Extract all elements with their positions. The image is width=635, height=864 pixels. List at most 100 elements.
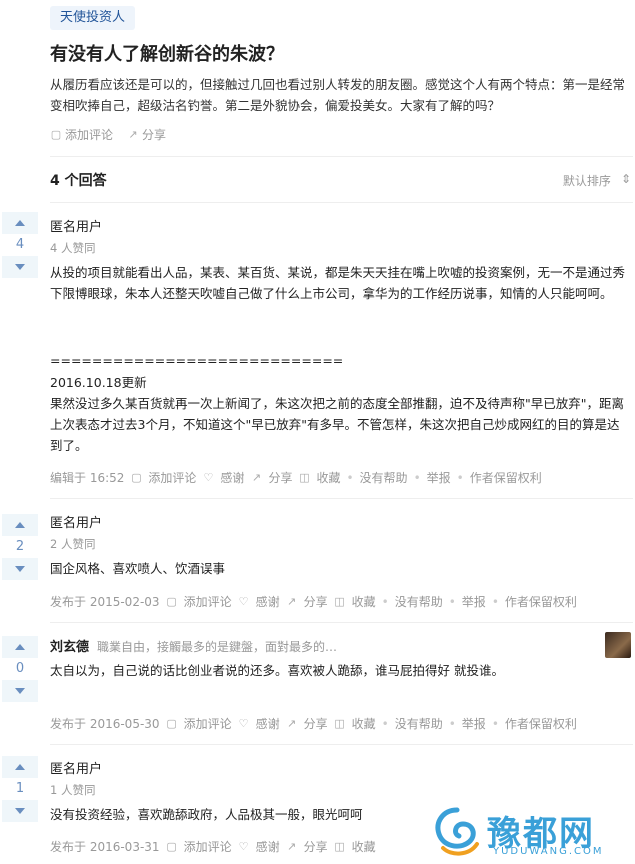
vote-count: 0 xyxy=(15,661,25,676)
separator-dot: • xyxy=(381,594,389,609)
upvote-button[interactable] xyxy=(2,636,38,658)
downvote-icon xyxy=(15,566,25,572)
separator-dot: • xyxy=(381,716,389,731)
vote-widget: 2 xyxy=(2,514,38,580)
answer-date[interactable]: 发布于 2015-02-03 xyxy=(50,593,160,610)
unhelpful-button[interactable]: 没有帮助 xyxy=(395,593,443,610)
swirl-logo-icon xyxy=(435,807,479,856)
share-icon: ↗ xyxy=(286,594,297,608)
answer-date[interactable]: 编辑于 16:52 xyxy=(50,469,124,486)
share-button[interactable]: 分享 xyxy=(304,593,328,610)
answer-body: 从投的项目就能看出人品，某表、某百货、某说，都是朱天天挂在嘴上吹嘘的投资案例，无… xyxy=(50,265,626,301)
downvote-button[interactable] xyxy=(2,256,38,278)
separator-dot: • xyxy=(413,470,421,485)
thanks-button[interactable]: 感谢 xyxy=(256,838,280,855)
author-name[interactable]: 刘玄德 xyxy=(50,640,89,655)
add-comment-button[interactable]: 添加评论 xyxy=(184,715,232,732)
share-button[interactable]: 分享 xyxy=(304,838,328,855)
vote-count: 1 xyxy=(15,781,25,796)
downvote-button[interactable] xyxy=(2,800,38,822)
bookmark-icon: ◫ xyxy=(299,470,310,484)
answer-meta: 发布于 2016-05-30 ▢ 添加评论 ♡ 感谢 ↗ 分享 ◫ 收藏 • 没有帮助 •… xyxy=(50,715,577,732)
share-button[interactable]: 分享 xyxy=(268,469,292,486)
answer-meta: 发布于 2015-02-03 ▢ 添加评论 ♡ 感谢 ↗ 分享 ◫ 收藏 • 没有帮助 •… xyxy=(50,593,577,610)
author-name[interactable]: 匿名用户 xyxy=(50,758,102,777)
sort-dropdown[interactable]: 默认排序 ⇕ xyxy=(563,172,631,189)
heart-icon: ♡ xyxy=(238,839,249,853)
share-label: 分享 xyxy=(142,128,167,142)
comment-icon: ▢ xyxy=(50,127,62,141)
avatar[interactable] xyxy=(605,632,631,658)
vote-widget: 1 xyxy=(2,756,38,822)
author-line: 刘玄德 職業自由，接觸最多的是鍵盤，面對最多的… xyxy=(50,636,337,655)
share-button[interactable]: ↗ 分享 xyxy=(127,126,166,143)
unhelpful-button[interactable]: 没有帮助 xyxy=(360,469,408,486)
report-button[interactable]: 举报 xyxy=(462,593,486,610)
downvote-icon xyxy=(15,264,25,270)
heart-icon: ♡ xyxy=(203,470,214,484)
vote-widget: 0 xyxy=(2,636,38,702)
answer-date[interactable]: 发布于 2016-03-31 xyxy=(50,838,160,855)
sort-arrows-icon: ⇕ xyxy=(620,172,631,186)
author-bio: 職業自由，接觸最多的是鍵盤，面對最多的… xyxy=(97,640,338,654)
add-comment-button[interactable]: 添加评论 xyxy=(184,593,232,610)
thanks-button[interactable]: 感谢 xyxy=(220,469,244,486)
sort-label: 默认排序 xyxy=(562,174,611,188)
share-icon: ↗ xyxy=(286,839,297,853)
share-icon: ↗ xyxy=(286,716,297,730)
downvote-icon xyxy=(15,688,25,694)
answer-meta: 发布于 2016-03-31 ▢ 添加评论 ♡ 感谢 ↗ 分享 ◫ 收藏 xyxy=(50,838,376,855)
answer-body: 太自以为，自己说的话比创业者说的还多。喜欢被人跪舔，谁马屁拍得好 就投谁。 xyxy=(50,663,504,678)
heart-icon: ♡ xyxy=(238,716,249,730)
author-name[interactable]: 匿名用户 xyxy=(50,512,102,531)
bookmark-icon: ◫ xyxy=(334,716,345,730)
collect-button[interactable]: 收藏 xyxy=(352,715,376,732)
collect-button[interactable]: 收藏 xyxy=(316,469,340,486)
question-actions: ▢ 添加评论 ↗ 分享 xyxy=(50,126,166,143)
divider xyxy=(50,156,633,157)
vote-widget: 4 xyxy=(2,212,38,278)
downvote-button[interactable] xyxy=(2,680,38,702)
downvote-icon xyxy=(15,808,25,814)
add-comment-label: 添加评论 xyxy=(65,128,114,142)
answer-date[interactable]: 发布于 2016-05-30 xyxy=(50,715,160,732)
divider xyxy=(50,202,633,203)
upvote-icon xyxy=(15,764,25,770)
vote-count: 4 xyxy=(15,237,25,252)
answer-count: 4 个回答 xyxy=(50,173,107,189)
upvote-icon xyxy=(15,522,25,528)
comment-icon: ▢ xyxy=(166,716,177,730)
votes-text[interactable]: 4 人赞同 xyxy=(50,240,95,256)
thanks-button[interactable]: 感谢 xyxy=(256,593,280,610)
separator-dot: • xyxy=(456,470,464,485)
upvote-button[interactable] xyxy=(2,514,38,536)
share-button[interactable]: 分享 xyxy=(304,715,328,732)
vote-count: 2 xyxy=(15,539,25,554)
votes-text[interactable]: 1 人赞同 xyxy=(50,782,95,798)
divider xyxy=(50,622,633,623)
downvote-button[interactable] xyxy=(2,558,38,580)
collect-button[interactable]: 收藏 xyxy=(352,593,376,610)
collect-button[interactable]: 收藏 xyxy=(352,838,376,855)
answer-update-body: 果然没过多久某百货就再一次上新闻了，朱这次把之前的态度全部推翻，迫不及待声称"早… xyxy=(50,396,625,453)
upvote-button[interactable] xyxy=(2,212,38,234)
upvote-button[interactable] xyxy=(2,756,38,778)
rights-link[interactable]: 作者保留权利 xyxy=(470,469,542,486)
bookmark-icon: ◫ xyxy=(334,839,345,853)
divider xyxy=(50,498,633,499)
add-comment-button[interactable]: ▢ 添加评论 xyxy=(50,126,113,143)
add-comment-button[interactable]: 添加评论 xyxy=(184,838,232,855)
upvote-icon xyxy=(15,644,25,650)
report-button[interactable]: 举报 xyxy=(462,715,486,732)
thanks-button[interactable]: 感谢 xyxy=(256,715,280,732)
report-button[interactable]: 举报 xyxy=(427,469,451,486)
comment-icon: ▢ xyxy=(166,839,177,853)
add-comment-button[interactable]: 添加评论 xyxy=(148,469,196,486)
author-name[interactable]: 匿名用户 xyxy=(50,216,102,235)
rights-link[interactable]: 作者保留权利 xyxy=(505,593,577,610)
topic-tag[interactable]: 天使投资人 xyxy=(50,6,136,30)
unhelpful-button[interactable]: 没有帮助 xyxy=(395,715,443,732)
rights-link[interactable]: 作者保留权利 xyxy=(505,715,577,732)
votes-text[interactable]: 2 人赞同 xyxy=(50,536,95,552)
heart-icon: ♡ xyxy=(238,594,249,608)
